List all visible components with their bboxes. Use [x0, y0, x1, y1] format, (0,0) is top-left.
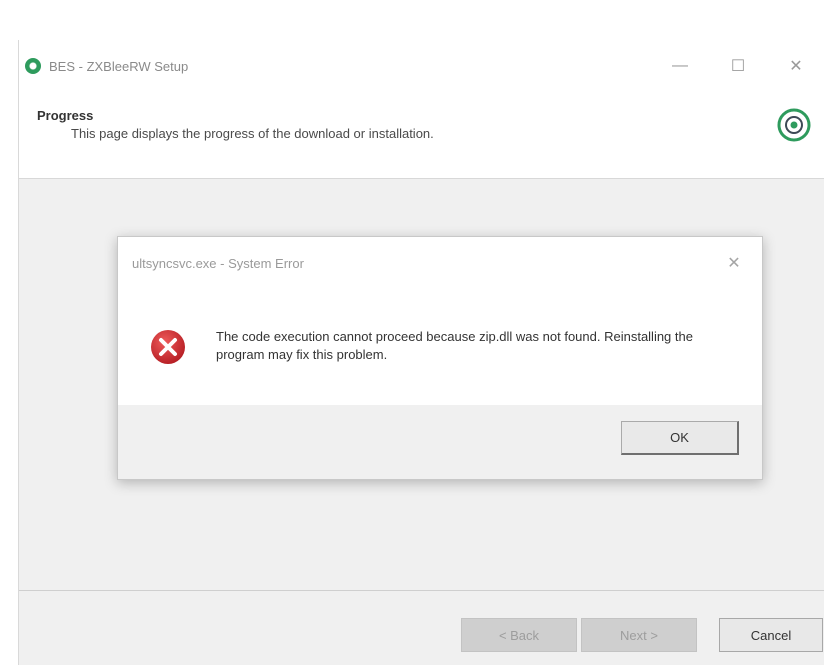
back-button[interactable]: < Back	[461, 618, 577, 652]
app-icon	[25, 58, 41, 74]
error-titlebar: ultsyncsvc.exe - System Error ✕	[118, 237, 762, 289]
close-button[interactable]: ✕	[767, 40, 824, 92]
page-title: Progress	[37, 108, 94, 123]
next-button[interactable]: Next >	[581, 618, 697, 652]
error-icon	[151, 330, 185, 364]
window-controls: — ☐ ✕	[651, 40, 824, 92]
setup-header: Progress This page displays the progress…	[19, 92, 824, 179]
page-subtitle: This page displays the progress of the d…	[71, 126, 434, 141]
setup-titlebar: BES - ZXBleeRW Setup — ☐ ✕	[19, 40, 824, 92]
footer-divider	[19, 590, 824, 591]
error-footer: OK	[118, 405, 762, 479]
maximize-button[interactable]: ☐	[709, 40, 767, 92]
system-error-dialog: ultsyncsvc.exe - System Error ✕ The code…	[117, 236, 763, 480]
window-title: BES - ZXBleeRW Setup	[49, 58, 189, 74]
error-title: ultsyncsvc.exe - System Error	[132, 255, 304, 271]
ok-button[interactable]: OK	[621, 421, 739, 455]
setup-logo-icon	[777, 108, 811, 142]
cancel-button[interactable]: Cancel	[719, 618, 823, 652]
error-message: The code execution cannot proceed becaus…	[216, 329, 693, 362]
error-close-button[interactable]: ✕	[716, 245, 752, 281]
minimize-button[interactable]: —	[651, 40, 709, 92]
